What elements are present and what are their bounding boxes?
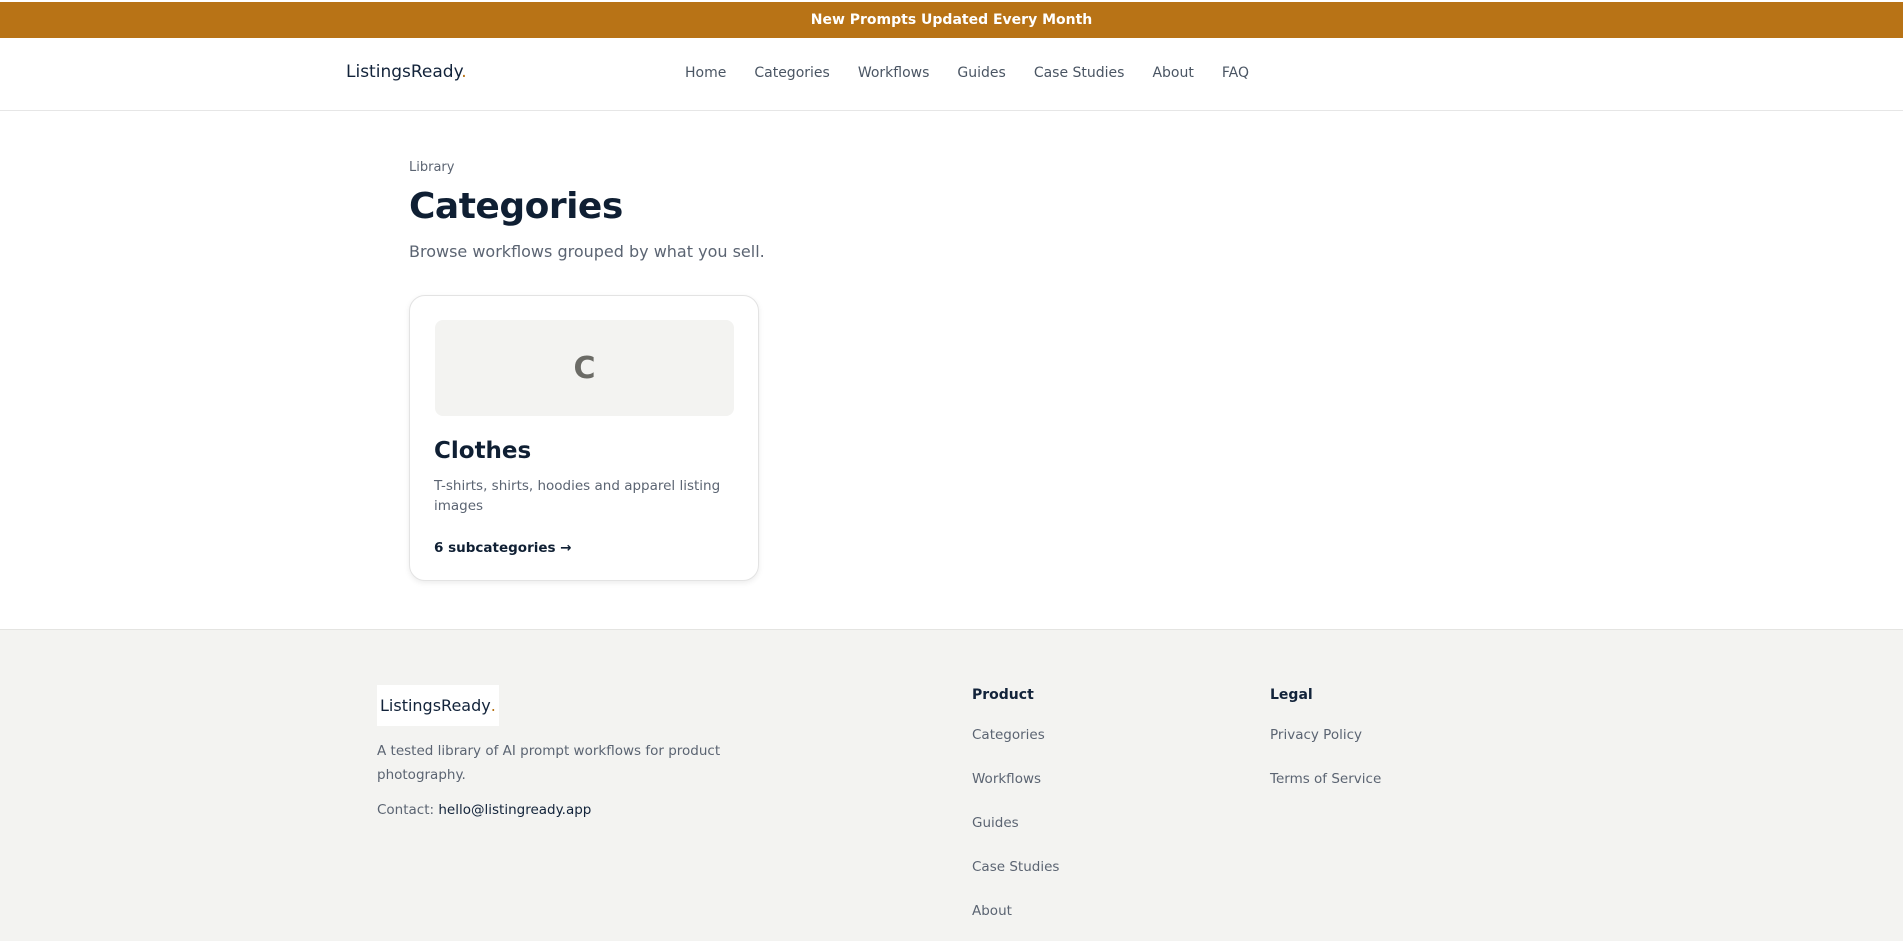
footer-link-privacy[interactable]: Privacy Policy — [1270, 727, 1381, 771]
category-thumbnail: C — [435, 320, 734, 416]
contact-email-link[interactable]: hello@listingready.app — [438, 802, 591, 818]
footer-link-guides[interactable]: Guides — [972, 815, 1059, 859]
footer-link-workflows[interactable]: Workflows — [972, 771, 1059, 815]
nav-case-studies[interactable]: Case Studies — [1034, 65, 1125, 81]
footer-about: A tested library of AI prompt workflows … — [377, 743, 721, 783]
footer-link-terms[interactable]: Terms of Service — [1270, 771, 1381, 815]
footer-legal-column: Legal Privacy Policy Terms of Service — [1270, 687, 1381, 815]
logo-dot: . — [461, 62, 467, 82]
nav-workflows[interactable]: Workflows — [858, 65, 930, 81]
site-footer: ListingsReady. A tested library of AI pr… — [0, 629, 1903, 941]
footer-logo[interactable]: ListingsReady. — [377, 685, 499, 726]
category-title: Clothes — [434, 438, 532, 464]
nav-categories[interactable]: Categories — [754, 65, 829, 81]
footer-link-about[interactable]: About — [972, 903, 1059, 941]
announcement-bar: New Prompts Updated Every Month — [0, 2, 1903, 38]
nav-home[interactable]: Home — [685, 65, 726, 81]
footer-contact: Contact: hello@listingready.app — [377, 802, 591, 818]
page-title: Categories — [409, 186, 623, 227]
logo-text: ListingsReady — [346, 62, 462, 82]
main-nav: Home Categories Workflows Guides Case St… — [685, 65, 1249, 81]
subcategories-link[interactable]: 6 subcategories → — [434, 540, 572, 556]
category-description: T-shirts, shirts, hoodies and apparel li… — [434, 478, 721, 514]
footer-logo-text: ListingsReady — [380, 696, 491, 715]
thumbnail-letter: C — [573, 350, 596, 386]
footer-link-categories[interactable]: Categories — [972, 727, 1059, 771]
nav-guides[interactable]: Guides — [957, 65, 1005, 81]
footer-product-column: Product Categories Workflows Guides Case… — [972, 687, 1059, 941]
nav-about[interactable]: About — [1152, 65, 1193, 81]
legal-heading: Legal — [1270, 687, 1313, 703]
product-heading: Product — [972, 687, 1034, 703]
page-subtitle: Browse workflows grouped by what you sel… — [409, 242, 765, 261]
footer-logo-dot: . — [490, 696, 496, 715]
logo[interactable]: ListingsReady. — [346, 62, 467, 82]
section-eyebrow: Library — [409, 160, 455, 175]
footer-link-case-studies[interactable]: Case Studies — [972, 859, 1059, 903]
announcement-text: New Prompts Updated Every Month — [810, 12, 1093, 28]
contact-label: Contact: — [377, 802, 435, 818]
site-header: ListingsReady. Home Categories Workflows… — [0, 38, 1903, 111]
nav-faq[interactable]: FAQ — [1222, 65, 1249, 81]
category-card-clothes[interactable]: C Clothes T-shirts, shirts, hoodies and … — [409, 295, 759, 581]
